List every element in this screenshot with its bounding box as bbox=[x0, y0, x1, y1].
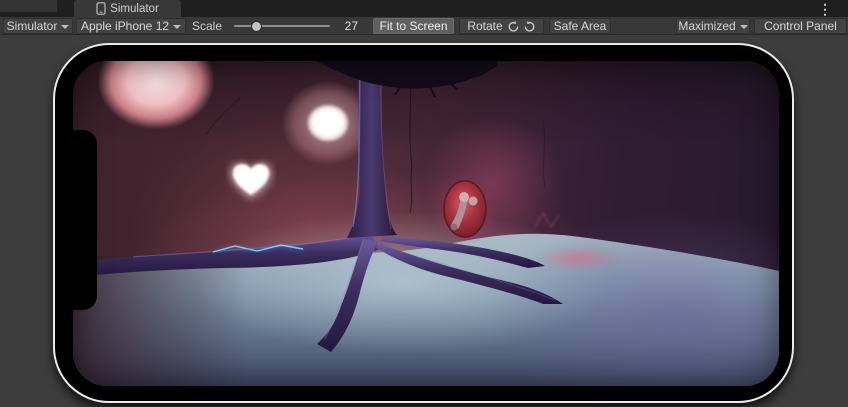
glow-blob-heart bbox=[230, 163, 272, 199]
safe-area-label: Safe Area bbox=[554, 18, 607, 34]
control-panel-button[interactable]: Control Panel bbox=[754, 18, 847, 34]
tab-label: Simulator bbox=[110, 3, 159, 15]
dock-corner-fragment bbox=[0, 0, 57, 12]
fit-to-screen-label: Fit to Screen bbox=[379, 18, 447, 34]
rotate-label: Rotate bbox=[467, 18, 502, 34]
scale-label: Scale bbox=[192, 18, 222, 34]
iphone-12-device-frame bbox=[53, 43, 794, 403]
device-phone-icon bbox=[96, 2, 106, 15]
red-floor-glow bbox=[536, 246, 620, 270]
tab-bar: Simulator ⋮ bbox=[0, 0, 848, 17]
chevron-down-icon bbox=[61, 25, 69, 29]
slider-thumb[interactable] bbox=[251, 21, 262, 32]
fit-to-screen-button[interactable]: Fit to Screen bbox=[373, 18, 454, 34]
kebab-menu-icon[interactable]: ⋮ bbox=[818, 0, 832, 17]
rotate-cw-icon[interactable] bbox=[523, 20, 536, 33]
simulator-menu-dropdown[interactable]: Simulator bbox=[3, 18, 73, 34]
wall-membrane-streaks bbox=[535, 213, 559, 227]
game-scene bbox=[73, 61, 779, 386]
game-screen[interactable] bbox=[73, 61, 779, 386]
device-notch bbox=[73, 130, 97, 310]
simulator-menu-label: Simulator bbox=[7, 18, 58, 34]
simulator-viewport bbox=[0, 35, 848, 407]
chevron-down-icon bbox=[740, 25, 748, 29]
device-select-label: Apple iPhone 12 bbox=[81, 18, 169, 34]
tab-simulator[interactable]: Simulator bbox=[74, 0, 181, 17]
unity-device-simulator-window: Simulator ⋮ Simulator Apple iPhone 12 Sc… bbox=[0, 0, 848, 407]
ground-mound bbox=[73, 211, 779, 386]
control-panel-label: Control Panel bbox=[764, 18, 837, 34]
slider-track[interactable] bbox=[234, 25, 330, 27]
rotate-button-group[interactable]: Rotate bbox=[459, 18, 544, 34]
rotate-ccw-icon[interactable] bbox=[507, 20, 520, 33]
safe-area-button[interactable]: Safe Area bbox=[549, 18, 611, 34]
scale-value-field[interactable]: 27 bbox=[330, 18, 358, 34]
scale-slider[interactable] bbox=[234, 18, 330, 34]
chevron-down-icon bbox=[173, 25, 181, 29]
simulator-toolbar: Simulator Apple iPhone 12 Scale 27 Fit t… bbox=[0, 17, 848, 35]
window-mode-dropdown[interactable]: Maximized bbox=[676, 18, 750, 34]
device-select-dropdown[interactable]: Apple iPhone 12 bbox=[76, 18, 186, 34]
window-mode-label: Maximized bbox=[678, 18, 735, 34]
red-membrane-orb bbox=[433, 171, 497, 247]
